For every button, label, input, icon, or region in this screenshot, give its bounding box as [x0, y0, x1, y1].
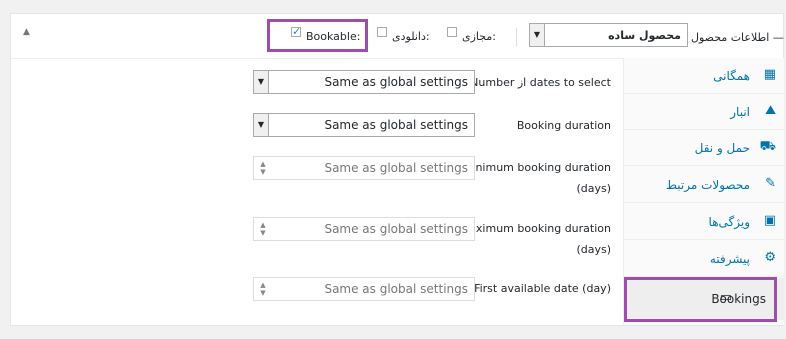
- dates-to-select-select[interactable]: ▼ Same as global settings: [253, 70, 475, 94]
- tab-shipping[interactable]: ⛟ حمل و نقل: [624, 130, 784, 166]
- header-separator: [516, 28, 517, 46]
- gear-icon: ⚙: [764, 250, 776, 265]
- tab-label: انبار: [730, 105, 750, 119]
- spinner-icon[interactable]: ▲ ▼: [258, 281, 268, 297]
- chevron-down-icon: ▼: [530, 24, 545, 46]
- tab-label: همگانی: [713, 69, 750, 83]
- min-duration-label: Minimum booking duration: [462, 161, 611, 174]
- first-available-input[interactable]: ▲ ▼ Same as global settings: [253, 277, 475, 301]
- booking-duration-value: Same as global settings: [324, 118, 468, 132]
- max-duration-placeholder: Same as global settings: [324, 222, 468, 236]
- truck-icon: ⛟: [759, 139, 776, 154]
- chevron-down-icon: ▼: [254, 71, 269, 93]
- inventory-icon: ⛰: [765, 103, 776, 118]
- chevron-down-icon: ▼: [254, 114, 269, 136]
- dates-to-select-value: Same as global settings: [324, 75, 468, 89]
- tab-label: محصولات مرتبط: [665, 178, 750, 192]
- min-duration-label-unit: (days): [576, 182, 611, 195]
- panel-title: اطلاعات محصول —: [691, 31, 784, 44]
- collapse-icon[interactable]: ▲: [23, 27, 30, 37]
- tab-label: پیشرفته: [709, 252, 750, 266]
- tab-general[interactable]: ▦ همگانی: [624, 58, 784, 94]
- min-duration-placeholder: Same as global settings: [324, 161, 468, 175]
- first-available-label: First available date (day): [474, 282, 611, 295]
- booking-duration-label: Booking duration: [516, 119, 611, 132]
- link-icon: ✎: [765, 176, 776, 191]
- product-type-value: محصول ساده: [608, 29, 681, 42]
- virtual-label: مجازی:: [462, 30, 496, 43]
- tab-inventory[interactable]: ⛰ انبار: [624, 94, 784, 130]
- panel-header: ▲ ✓ Bookable: دانلودی: مجازی: ▼ محصول سا…: [11, 14, 784, 59]
- product-data-tabs: ▦ همگانی ⛰ انبار ⛟ حمل و نقل ✎ محصولات م…: [623, 58, 784, 325]
- spinner-icon[interactable]: ▲ ▼: [258, 221, 268, 237]
- grid-icon: ▦: [763, 67, 776, 82]
- downloadable-checkbox[interactable]: [377, 27, 387, 37]
- dates-to-select-label: Number از dates to select: [470, 76, 611, 89]
- max-duration-label: Maximum booking duration: [459, 222, 611, 235]
- tab-linked-products[interactable]: ✎ محصولات مرتبط: [624, 167, 784, 203]
- bookings-highlight: [624, 277, 777, 322]
- tab-advanced[interactable]: ⚙ پیشرفته: [624, 241, 784, 277]
- product-type-select[interactable]: ▼ محصول ساده: [529, 23, 688, 47]
- first-available-placeholder: Same as global settings: [324, 282, 468, 296]
- tab-label: حمل و نقل: [694, 141, 750, 155]
- tab-attributes[interactable]: ▣ ویژگی‌ها: [624, 204, 784, 240]
- downloadable-label: دانلودی:: [392, 30, 430, 43]
- virtual-checkbox[interactable]: [447, 27, 457, 37]
- booking-duration-select[interactable]: ▼ Same as global settings: [253, 113, 475, 137]
- tab-label: ویژگی‌ها: [708, 215, 750, 229]
- max-duration-label-unit: (days): [576, 243, 611, 256]
- max-duration-input[interactable]: ▲ ▼ Same as global settings: [253, 217, 475, 241]
- product-data-panel: ▲ ✓ Bookable: دانلودی: مجازی: ▼ محصول سا…: [10, 13, 784, 326]
- min-duration-input[interactable]: ▲ ▼ Same as global settings: [253, 156, 475, 180]
- list-icon: ▣: [763, 213, 776, 228]
- spinner-icon[interactable]: ▲ ▼: [258, 160, 268, 176]
- bookable-highlight: [267, 19, 368, 52]
